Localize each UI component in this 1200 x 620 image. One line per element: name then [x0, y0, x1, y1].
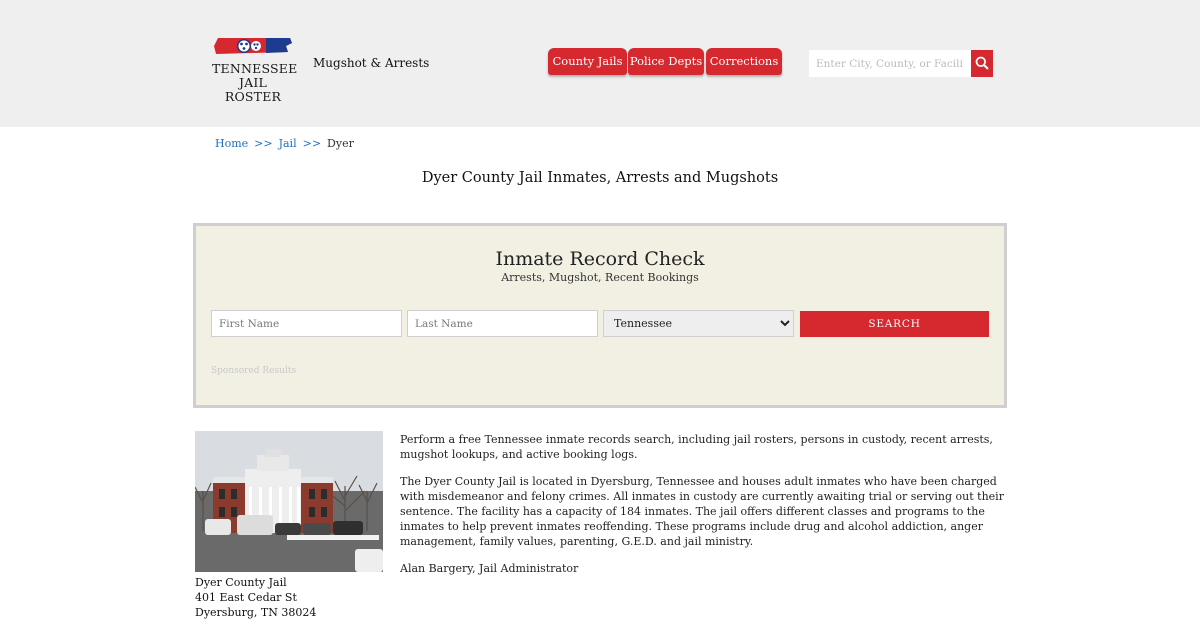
- logo-line-1: TENNESSEE: [212, 61, 298, 76]
- description-paragraph-2: The Dyer County Jail is located in Dyers…: [400, 475, 1004, 548]
- breadcrumb-jail[interactable]: Jail: [279, 137, 297, 150]
- breadcrumb: Home >> Jail >> Dyer: [215, 137, 354, 150]
- nav-corrections[interactable]: Corrections: [706, 48, 782, 75]
- nav-county-jails[interactable]: County Jails: [548, 48, 627, 75]
- breadcrumb-current: Dyer: [327, 137, 354, 150]
- facility-name: Dyer County Jail: [195, 576, 287, 589]
- breadcrumb-separator: >>: [302, 137, 322, 150]
- sponsored-results-label: Sponsored Results: [211, 366, 297, 376]
- jail-building-photo: [195, 431, 383, 572]
- last-name-input[interactable]: [407, 310, 598, 337]
- site-tagline: Mugshot & Arrests: [313, 56, 430, 70]
- facility-city: Dyersburg, TN 38024: [195, 606, 317, 619]
- facility-address: Dyer County Jail 401 East Cedar St Dyers…: [195, 575, 316, 620]
- logo-line-2: JAIL ROSTER: [224, 75, 282, 104]
- site-header: TENNESSEE JAIL ROSTER Mugshot & Arrests …: [0, 0, 1200, 127]
- site-logo[interactable]: TENNESSEE JAIL ROSTER: [212, 34, 297, 104]
- facility-street: 401 East Cedar St: [195, 591, 297, 604]
- description-paragraph-1: Perform a free Tennessee inmate records …: [400, 433, 993, 461]
- magnifier-icon: [975, 56, 989, 70]
- tennessee-flag-icon: [214, 38, 292, 54]
- page-title: Dyer County Jail Inmates, Arrests and Mu…: [421, 170, 779, 186]
- first-name-input[interactable]: [211, 310, 402, 337]
- record-search-button[interactable]: SEARCH: [800, 311, 989, 337]
- state-select[interactable]: Tennessee: [603, 310, 794, 337]
- record-check-subtitle: Arrests, Mugshot, Recent Bookings: [501, 271, 699, 284]
- facility-search-input[interactable]: [809, 50, 971, 77]
- administrator-line: Alan Bargery, Jail Administrator: [400, 562, 579, 575]
- facility-description: Perform a free Tennessee inmate records …: [400, 432, 1004, 588]
- facility-search-button[interactable]: [971, 50, 993, 77]
- inmate-record-check-panel: Inmate Record Check Arrests, Mugshot, Re…: [193, 223, 1007, 408]
- nav-police-depts[interactable]: Police Depts: [628, 48, 704, 75]
- breadcrumb-separator: >>: [254, 137, 273, 150]
- record-check-title: Inmate Record Check: [495, 248, 705, 270]
- breadcrumb-home[interactable]: Home: [215, 137, 248, 150]
- logo-text: TENNESSEE JAIL ROSTER: [212, 61, 298, 104]
